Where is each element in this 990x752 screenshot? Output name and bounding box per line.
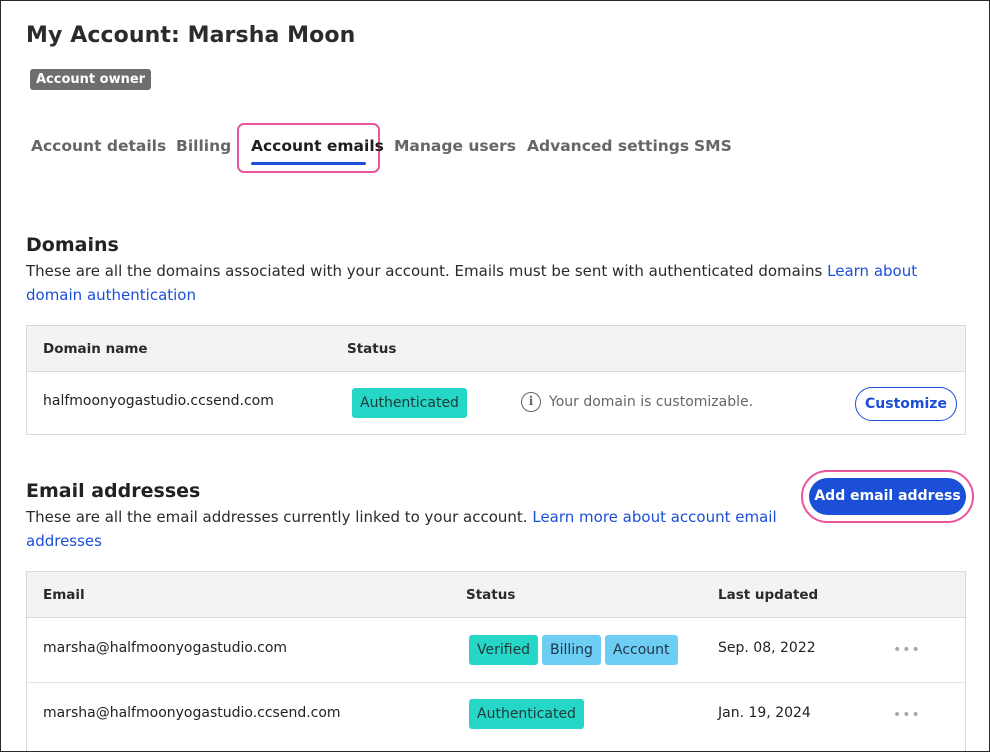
account-badge: Account: [605, 635, 678, 665]
tab-billing[interactable]: Billing: [176, 137, 231, 155]
last-updated: Jan. 19, 2024: [718, 705, 811, 721]
domain-info: i Your domain is customizable.: [521, 392, 753, 412]
email-description-text: These are all the email addresses curren…: [26, 508, 533, 526]
active-tab-indicator: [251, 162, 366, 165]
info-icon: i: [521, 392, 541, 412]
email-addresses-title: Email addresses: [26, 480, 201, 502]
authenticated-badge: Authenticated: [469, 699, 584, 729]
account-tabs: Account details Billing Account emails M…: [1, 123, 989, 175]
tab-sms[interactable]: SMS: [694, 137, 732, 155]
account-page: My Account: Marsha Moon Account owner Ac…: [0, 0, 990, 752]
add-email-address-button[interactable]: Add email address: [809, 478, 966, 515]
table-row: marsha@halfmoonyogastudio.com Verified B…: [27, 618, 965, 683]
domains-description-text: These are all the domains associated wit…: [26, 262, 828, 280]
tab-manage-users[interactable]: Manage users: [394, 137, 516, 155]
table-row: marsha@halfmoonyogastudio.ccsend.com Aut…: [27, 683, 965, 748]
more-options-icon[interactable]: •••: [893, 707, 921, 723]
emails-table: Email Status Last updated marsha@halfmoo…: [26, 571, 966, 751]
domains-title: Domains: [26, 234, 119, 256]
tab-advanced-settings[interactable]: Advanced settings: [527, 137, 689, 155]
domains-table: Domain name Status halfmoonyogastudio.cc…: [26, 325, 966, 435]
domain-info-text: Your domain is customizable.: [549, 394, 754, 410]
table-row: halfmoonyogastudio.ccsend.com Authentica…: [27, 372, 965, 434]
column-email: Email: [43, 587, 85, 603]
email-addresses-description: These are all the email addresses curren…: [26, 505, 786, 553]
column-last-updated: Last updated: [718, 587, 819, 603]
customize-button[interactable]: Customize: [855, 387, 957, 421]
more-options-icon[interactable]: •••: [893, 642, 921, 658]
column-status: Status: [347, 341, 397, 357]
column-status: Status: [466, 587, 516, 603]
verified-badge: Verified: [469, 635, 539, 665]
email-address: marsha@halfmoonyogastudio.com: [43, 640, 288, 656]
billing-badge: Billing: [542, 635, 601, 665]
domains-description: These are all the domains associated wit…: [26, 259, 966, 307]
tab-account-emails[interactable]: Account emails: [251, 137, 384, 155]
tab-account-details[interactable]: Account details: [31, 137, 166, 155]
column-domain-name: Domain name: [43, 341, 148, 357]
last-updated: Sep. 08, 2022: [718, 640, 816, 656]
email-address: marsha@halfmoonyogastudio.ccsend.com: [43, 705, 341, 721]
domain-name: halfmoonyogastudio.ccsend.com: [43, 393, 274, 409]
emails-table-header: Email Status Last updated: [27, 572, 965, 618]
status-badge: Authenticated: [352, 388, 467, 418]
domains-table-header: Domain name Status: [27, 326, 965, 372]
account-owner-badge: Account owner: [30, 69, 152, 90]
page-title: My Account: Marsha Moon: [26, 23, 356, 48]
